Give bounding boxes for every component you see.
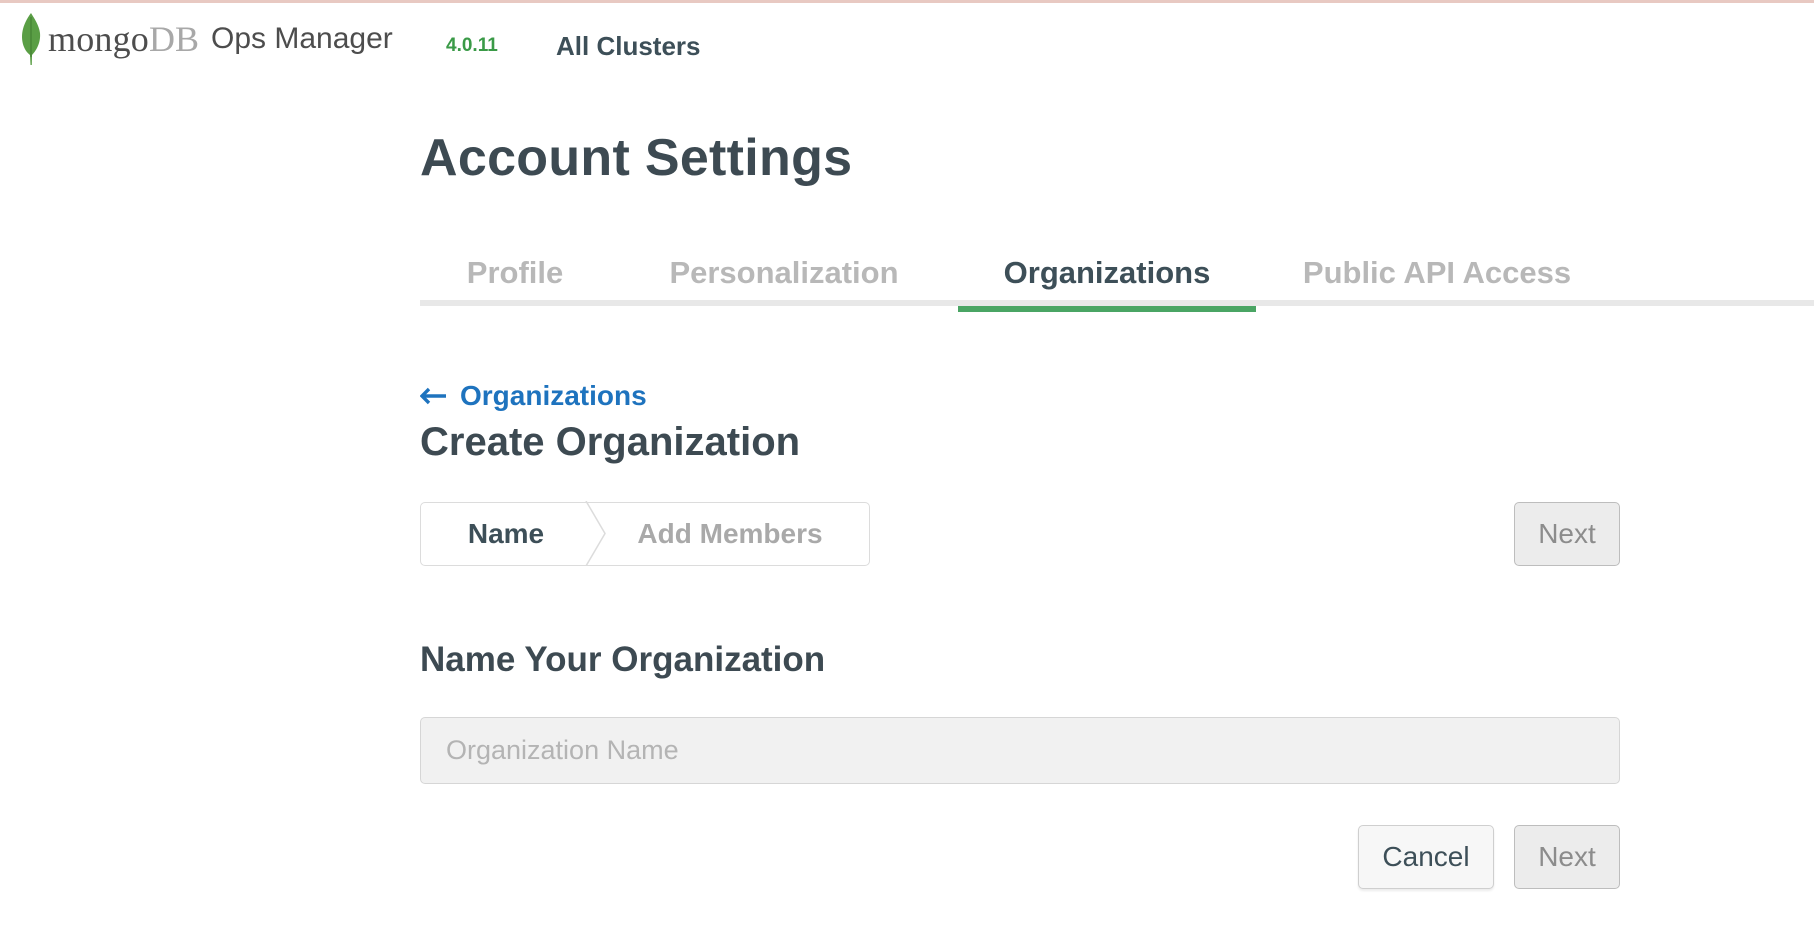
back-to-organizations-link[interactable]: Organizations: [420, 380, 647, 412]
tab-personalization[interactable]: Personalization: [610, 240, 958, 306]
cancel-button[interactable]: Cancel: [1358, 825, 1494, 889]
tab-organizations[interactable]: Organizations: [958, 240, 1256, 312]
app-header: mongo DB Ops Manager 4.0.11 All Clusters: [0, 3, 1814, 83]
leaf-icon: [22, 13, 41, 65]
tab-public-api-access[interactable]: Public API Access: [1256, 240, 1618, 306]
step-add-members[interactable]: Add Members: [591, 503, 869, 564]
arrow-left-icon: [420, 387, 446, 405]
all-clusters-link[interactable]: All Clusters: [556, 31, 701, 62]
form-heading: Name Your Organization: [420, 640, 826, 679]
wizard-stepper: Name Add Members: [420, 501, 870, 566]
mongodb-logo[interactable]: mongo DB Ops Manager: [18, 11, 393, 67]
back-link-label: Organizations: [460, 380, 647, 411]
brand-mongo-text: mongo: [48, 19, 150, 59]
section-title: Create Organization: [420, 420, 801, 464]
page-title: Account Settings: [420, 129, 853, 187]
brand-db-text: DB: [149, 19, 200, 59]
organization-name-input[interactable]: [420, 717, 1620, 784]
settings-tabs: Profile Personalization Organizations Pu…: [420, 240, 1814, 312]
next-button-bottom[interactable]: Next: [1514, 825, 1620, 889]
product-name: Ops Manager: [211, 22, 393, 55]
next-button-top[interactable]: Next: [1514, 502, 1620, 566]
tab-profile[interactable]: Profile: [420, 240, 610, 306]
version-label: 4.0.11: [446, 35, 498, 56]
step-name[interactable]: Name: [421, 503, 591, 564]
